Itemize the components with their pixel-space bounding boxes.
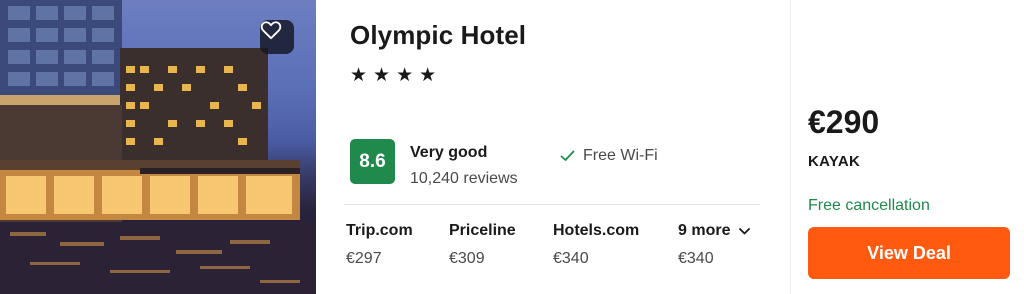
provider-priceline[interactable]: Priceline €309 [449, 222, 516, 268]
amenity-wifi: Free Wi-Fi [560, 147, 658, 165]
more-providers-toggle[interactable]: 9 more [678, 222, 751, 240]
rating-label: Very good [410, 144, 488, 161]
hotel-name[interactable]: Olympic Hotel [350, 20, 526, 51]
best-price-site: KAYAK [808, 153, 861, 170]
rating-score-badge: 8.6 [350, 139, 395, 184]
divider [344, 204, 760, 205]
provider-price: €340 [553, 250, 589, 267]
hotel-photo[interactable] [0, 0, 316, 294]
review-count[interactable]: 10,240 reviews [410, 170, 518, 188]
heart-icon [260, 21, 282, 40]
more-providers-label: 9 more [678, 222, 731, 239]
hotel-info: Olympic Hotel ★★★★ 8.6 Very good 10,240 … [316, 0, 790, 294]
check-icon [560, 150, 575, 161]
provider-name: Trip.com [346, 222, 413, 239]
provider-tripcom[interactable]: Trip.com €297 [346, 222, 413, 268]
hotel-result-card: Olympic Hotel ★★★★ 8.6 Very good 10,240 … [0, 0, 1024, 294]
provider-hotelscom[interactable]: Hotels.com €340 [553, 222, 639, 268]
amenity-label: Free Wi-Fi [583, 147, 658, 164]
free-cancellation-label: Free cancellation [808, 197, 930, 214]
best-price[interactable]: €290 [808, 104, 879, 141]
best-deal: €290 KAYAK Free cancellation View Deal [790, 0, 1024, 294]
chevron-down-icon [739, 227, 751, 234]
star-rating: ★★★★ [350, 65, 443, 86]
provider-name: Hotels.com [553, 222, 640, 239]
provider-name: Priceline [449, 222, 516, 239]
provider-price: €297 [346, 250, 382, 267]
more-providers[interactable]: 9 more €340 [678, 222, 751, 268]
view-deal-button[interactable]: View Deal [808, 227, 1010, 279]
more-providers-price: €340 [678, 250, 714, 267]
provider-price: €309 [449, 250, 485, 267]
favorite-button[interactable] [260, 20, 294, 54]
